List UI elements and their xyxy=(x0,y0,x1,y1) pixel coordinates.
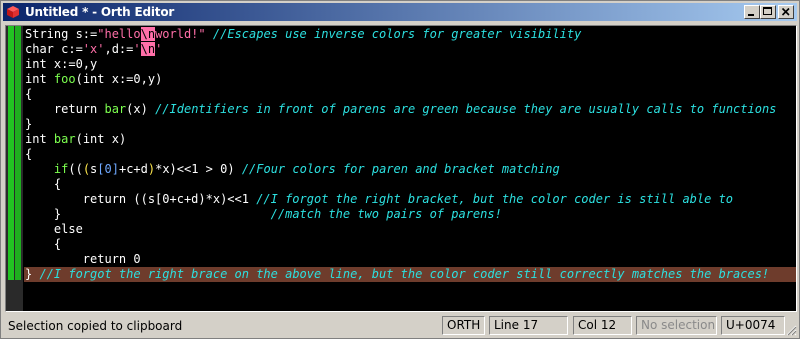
code-token: *x)<<1 > 0) xyxy=(155,162,242,176)
code-token: ' xyxy=(155,42,163,56)
code-token: (x) xyxy=(126,102,156,116)
code-token: return 0 xyxy=(25,252,141,266)
window-controls xyxy=(744,5,794,19)
code-line[interactable]: return bar(x) //Identifiers in front of … xyxy=(24,102,796,117)
code-line[interactable]: { xyxy=(24,237,796,252)
code-line[interactable]: { xyxy=(24,177,796,192)
code-line[interactable]: return ((s[0+c+d)*x)<<1 //I forgot the r… xyxy=(24,192,796,207)
maximize-icon xyxy=(763,7,772,15)
codepoint-panel: U+0074 xyxy=(721,316,785,335)
gutter-marker xyxy=(15,26,21,280)
code-token: int xyxy=(25,72,54,86)
code-token: char c:= xyxy=(25,42,83,56)
code-token: "hello xyxy=(97,27,141,41)
code-token: //Four colors for paren and bracket matc… xyxy=(241,162,560,176)
code-line[interactable]: int foo(int x:=0,y) xyxy=(24,72,796,87)
current-code-line[interactable]: } //I forgot the right brace on the abov… xyxy=(24,267,796,282)
code-line[interactable]: String s:="hello\nworld!" //Escapes use … xyxy=(24,27,796,42)
code-token: String s:= xyxy=(25,27,98,41)
code-token: //Identifiers in front of parens are gre… xyxy=(155,102,777,116)
code-token: return xyxy=(25,102,105,116)
code-line[interactable]: int x:=0,y xyxy=(24,57,796,72)
code-token: } xyxy=(25,267,40,281)
code-token: return ((s[0+c+d)*x)<<1 xyxy=(25,192,257,206)
gutter xyxy=(6,26,23,311)
selection-panel: No selection xyxy=(636,316,717,335)
window-title: Untitled * - Orth Editor xyxy=(25,5,175,19)
code-line[interactable]: { xyxy=(24,147,796,162)
code-token: { xyxy=(25,87,33,101)
code-token: 'x' xyxy=(82,42,105,56)
code-token: } xyxy=(25,117,33,131)
code-token: (( xyxy=(68,162,83,176)
editor-window: Untitled * - Orth Editor String s:="hell… xyxy=(0,0,800,339)
status-message: Selection copied to clipboard xyxy=(8,319,183,333)
gutter-marker xyxy=(8,26,14,280)
code-token: { xyxy=(25,147,33,161)
code-line[interactable]: } xyxy=(24,117,796,132)
maximize-button[interactable] xyxy=(760,5,776,19)
code-line[interactable]: int bar(int x) xyxy=(24,132,796,147)
code-token: bar xyxy=(104,102,127,116)
mode-panel: ORTH xyxy=(442,316,485,335)
minimize-button[interactable] xyxy=(744,5,760,19)
code-token: { xyxy=(25,177,62,191)
code-line[interactable]: else xyxy=(24,222,796,237)
close-icon xyxy=(781,7,790,16)
app-cube-icon[interactable] xyxy=(6,5,20,19)
code-token: } xyxy=(25,207,62,221)
code-token: else xyxy=(25,222,83,236)
title-bar[interactable]: Untitled * - Orth Editor xyxy=(3,3,797,21)
close-button[interactable] xyxy=(778,5,794,19)
code-token: int x:=0,y xyxy=(25,57,98,71)
minimize-icon xyxy=(748,14,754,16)
code-token: bar xyxy=(53,132,76,146)
code-token: { xyxy=(25,237,62,251)
code-token: \n xyxy=(140,42,156,56)
code-token: foo xyxy=(53,72,76,86)
code-token: ' xyxy=(133,42,141,56)
code-token: //I forgot the right brace on the above … xyxy=(39,267,770,281)
code-token: [0] xyxy=(97,162,119,176)
code-line[interactable]: return 0 xyxy=(24,252,796,267)
code-token: //I forgot the right bracket, but the co… xyxy=(256,192,734,206)
code-token: +c+d xyxy=(118,162,148,176)
code-text[interactable]: String s:="hello\nworld!" //Escapes use … xyxy=(24,26,796,311)
code-token: ,d:= xyxy=(104,42,134,56)
line-panel: Line 17 xyxy=(489,316,568,335)
code-line[interactable]: if(((s[0]+c+d)*x)<<1 > 0) //Four colors … xyxy=(24,162,796,177)
code-token: //Escapes use inverse colors for greater… xyxy=(205,27,582,41)
code-token: if xyxy=(25,162,69,176)
resize-grip-icon[interactable] xyxy=(785,324,797,336)
code-token: (int x) xyxy=(75,132,127,146)
code-token: ( xyxy=(82,162,91,176)
code-line[interactable]: { xyxy=(24,87,796,102)
code-token: (int x:=0,y) xyxy=(75,72,163,86)
code-editor[interactable]: String s:="hello\nworld!" //Escapes use … xyxy=(5,25,797,312)
code-token: //match the two pairs of parens! xyxy=(61,207,502,221)
code-token: \n xyxy=(140,27,156,41)
code-line[interactable]: } //match the two pairs of parens! xyxy=(24,207,796,222)
code-token: int xyxy=(25,132,54,146)
column-panel: Col 12 xyxy=(573,316,632,335)
status-bar: Selection copied to clipboard ORTH Line … xyxy=(1,313,799,338)
code-token: world!" xyxy=(155,27,206,41)
code-line[interactable]: char c:='x',d:='\n' xyxy=(24,42,796,57)
